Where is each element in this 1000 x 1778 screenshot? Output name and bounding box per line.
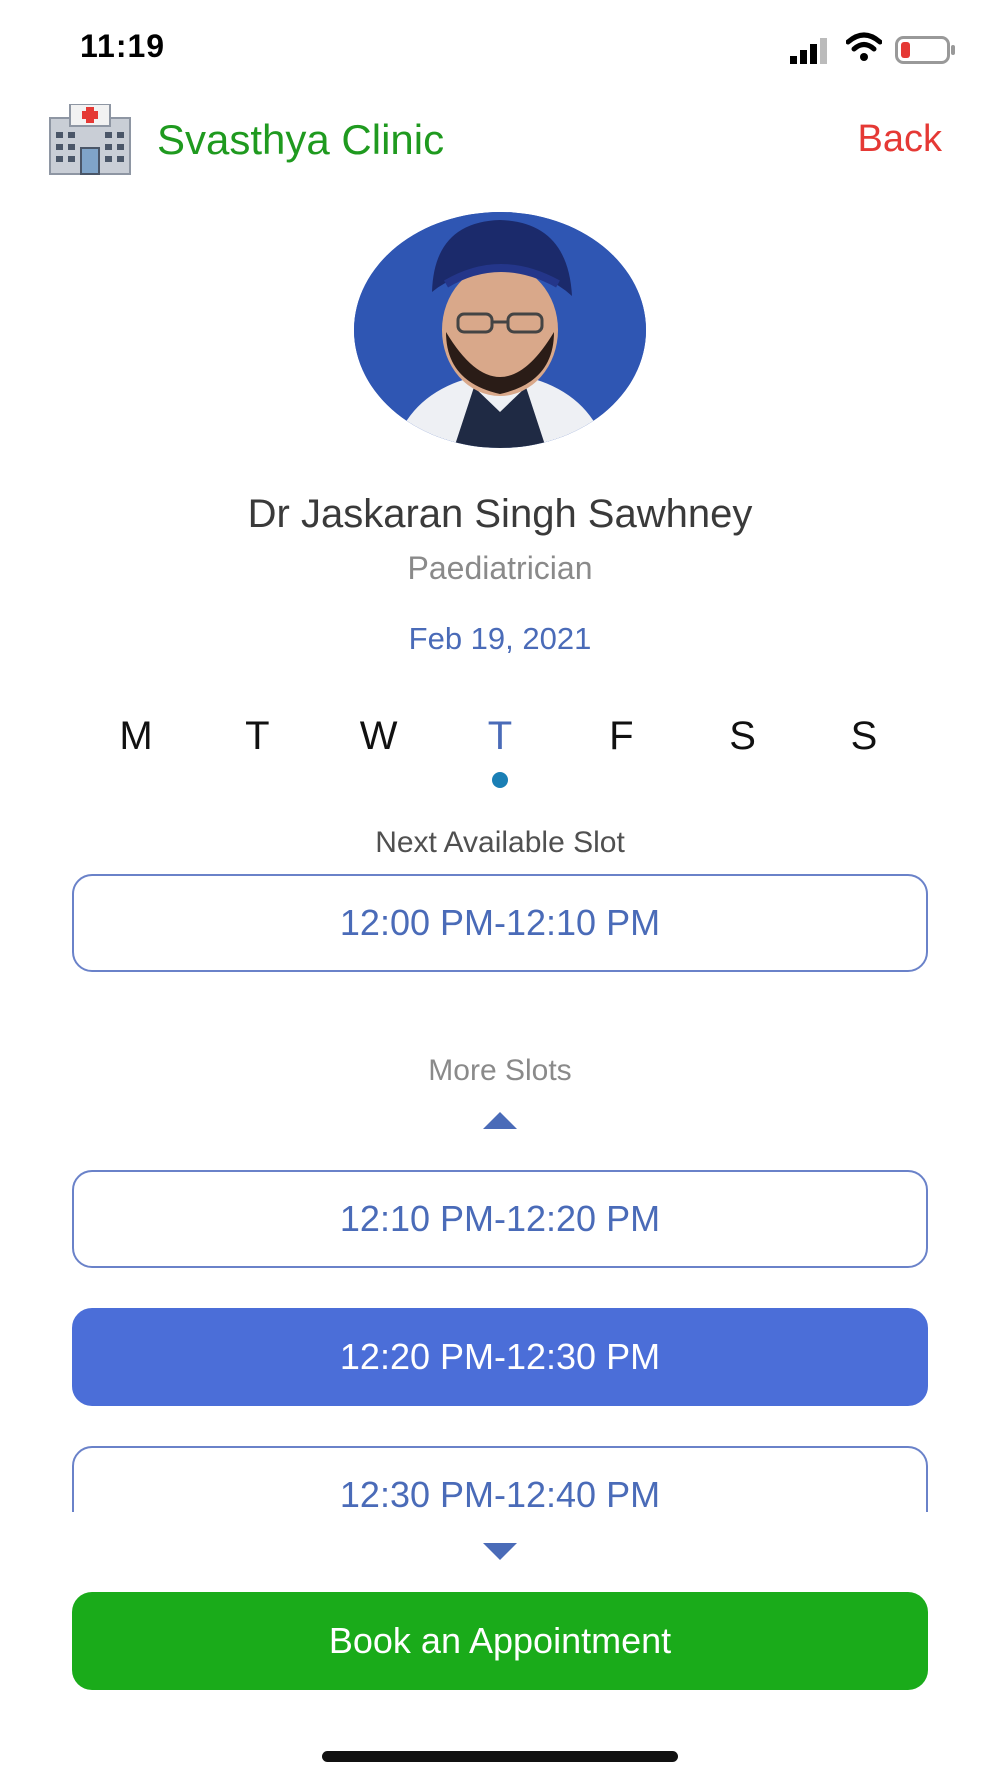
day-monday[interactable]: M xyxy=(76,714,196,794)
day-sunday[interactable]: S xyxy=(804,714,924,794)
day-thursday-label: T xyxy=(487,714,513,758)
day-thursday[interactable]: T xyxy=(440,714,560,794)
selected-day-dot xyxy=(491,772,508,788)
week-selector: M T W T F S S xyxy=(76,714,924,794)
battery-low-icon xyxy=(895,36,955,64)
slot-option-selected[interactable]: 12:20 PM-12:30 PM xyxy=(72,1308,928,1406)
day-friday[interactable]: F xyxy=(561,714,681,794)
next-slot-label: Next Available Slot xyxy=(375,826,625,859)
day-tuesday[interactable]: T xyxy=(197,714,317,794)
scroll-up-icon[interactable] xyxy=(483,1112,517,1129)
next-slot-button[interactable]: 12:00 PM-12:10 PM xyxy=(72,874,928,972)
slot-option[interactable]: 12:10 PM-12:20 PM xyxy=(72,1170,928,1268)
app-header: Svasthya Clinic Back xyxy=(0,100,1000,190)
doctor-specialty: Paediatrician xyxy=(407,550,593,586)
slots-list[interactable]: 12:10 PM-12:20 PM 12:20 PM-12:30 PM 12:3… xyxy=(0,1170,1000,1512)
selected-date: Feb 19, 2021 xyxy=(408,621,592,656)
more-slots-label: More Slots xyxy=(428,1054,572,1087)
signal-icon xyxy=(790,38,827,64)
scroll-down-icon[interactable] xyxy=(483,1543,517,1560)
status-bar: 11:19 xyxy=(0,0,1000,100)
hospital-icon xyxy=(49,104,131,175)
day-wednesday[interactable]: W xyxy=(319,714,439,794)
book-appointment-button[interactable]: Book an Appointment xyxy=(72,1592,928,1690)
doctor-name: Dr Jaskaran Singh Sawhney xyxy=(247,492,753,536)
clinic-name: Svasthya Clinic xyxy=(157,116,445,163)
doctor-avatar xyxy=(354,212,646,448)
back-button[interactable]: Back xyxy=(858,118,942,161)
wifi-icon xyxy=(846,32,882,61)
home-indicator xyxy=(322,1751,678,1762)
slot-option[interactable]: 12:30 PM-12:40 PM xyxy=(72,1446,928,1512)
day-saturday[interactable]: S xyxy=(683,714,803,794)
status-time: 11:19 xyxy=(80,28,166,64)
